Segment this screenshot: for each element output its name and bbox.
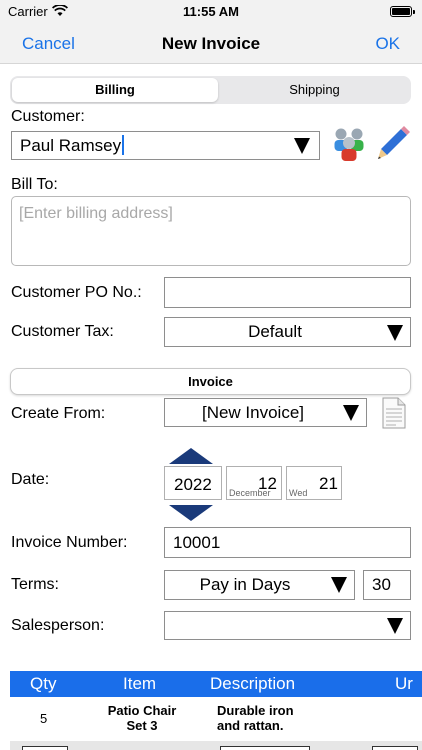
table-row[interactable]: 5 Patio Chair Set 3 Durable iron and rat…	[10, 697, 422, 741]
date-increment-arrow-icon[interactable]	[169, 448, 213, 464]
salesperson-dropdown-arrow	[387, 618, 403, 634]
pencil-icon[interactable]	[376, 126, 410, 162]
bill-to-label: Bill To:	[11, 176, 58, 193]
customer-po-label: Customer PO No.:	[11, 284, 142, 301]
invoice-number-field[interactable]: 10001	[164, 527, 411, 558]
terms-label: Terms:	[11, 576, 59, 593]
salesperson-select[interactable]	[164, 611, 411, 640]
bill-to-placeholder: [Enter billing address]	[19, 205, 173, 222]
document-icon[interactable]	[382, 397, 406, 429]
bill-to-textarea[interactable]: [Enter billing address]	[11, 196, 411, 266]
date-label: Date:	[11, 471, 50, 488]
column-header-qty: Qty	[30, 674, 57, 693]
create-from-select[interactable]: [New Invoice]	[164, 398, 367, 427]
ok-button[interactable]: OK	[375, 34, 400, 54]
create-from-dropdown-arrow	[343, 405, 359, 421]
battery-icon	[390, 6, 415, 17]
row-qty: 5	[40, 711, 48, 726]
date-month-field[interactable]: 12 December	[226, 466, 282, 500]
salesperson-label: Salesperson:	[11, 617, 105, 634]
terms-select[interactable]: Pay in Days	[164, 570, 355, 600]
row-description: Durable iron and rattan.	[217, 703, 294, 733]
billing-shipping-segmented-control: Billing Shipping	[10, 76, 411, 104]
invoice-number-label: Invoice Number:	[11, 534, 128, 551]
customer-value: Paul Ramsey	[20, 132, 125, 160]
create-from-label: Create From:	[11, 405, 106, 422]
date-day-field[interactable]: 21 Wed	[286, 466, 342, 500]
customer-tax-dropdown-arrow	[387, 325, 403, 341]
table-row[interactable]	[10, 741, 422, 750]
customer-tax-label: Customer Tax:	[11, 323, 114, 340]
column-header-item: Item	[123, 674, 157, 693]
tab-shipping[interactable]: Shipping	[220, 78, 409, 102]
navigation-bar: Cancel New Invoice OK	[0, 24, 422, 64]
status-bar: Carrier 11:55 AM	[0, 0, 422, 24]
status-time: 11:55 AM	[183, 4, 239, 19]
terms-days-field[interactable]: 30	[363, 570, 411, 600]
page-title: New Invoice	[161, 34, 261, 53]
date-decrement-arrow-icon[interactable]	[169, 505, 213, 521]
create-from-value: [New Invoice]	[201, 403, 305, 422]
invoice-section-button[interactable]: Invoice	[10, 368, 411, 395]
terms-value: Pay in Days	[199, 575, 291, 594]
customer-label: Customer:	[11, 108, 85, 125]
line-items-table-header: Qty Item Description Ur	[10, 671, 422, 697]
customer-dropdown-arrow[interactable]	[294, 138, 310, 154]
customer-po-field[interactable]	[164, 277, 411, 308]
customer-tax-value: Default	[248, 322, 302, 341]
customer-field[interactable]: Paul Ramsey	[11, 131, 320, 160]
terms-dropdown-arrow	[331, 577, 347, 593]
customers-icon[interactable]	[332, 126, 366, 162]
customer-tax-select[interactable]: Default	[164, 317, 411, 347]
date-year-field[interactable]: 2022	[164, 466, 222, 500]
tab-billing[interactable]: Billing	[12, 78, 218, 102]
column-header-unit: Ur	[395, 674, 413, 693]
row-item: Patio Chair Set 3	[107, 703, 177, 733]
column-header-description: Description	[210, 674, 296, 693]
